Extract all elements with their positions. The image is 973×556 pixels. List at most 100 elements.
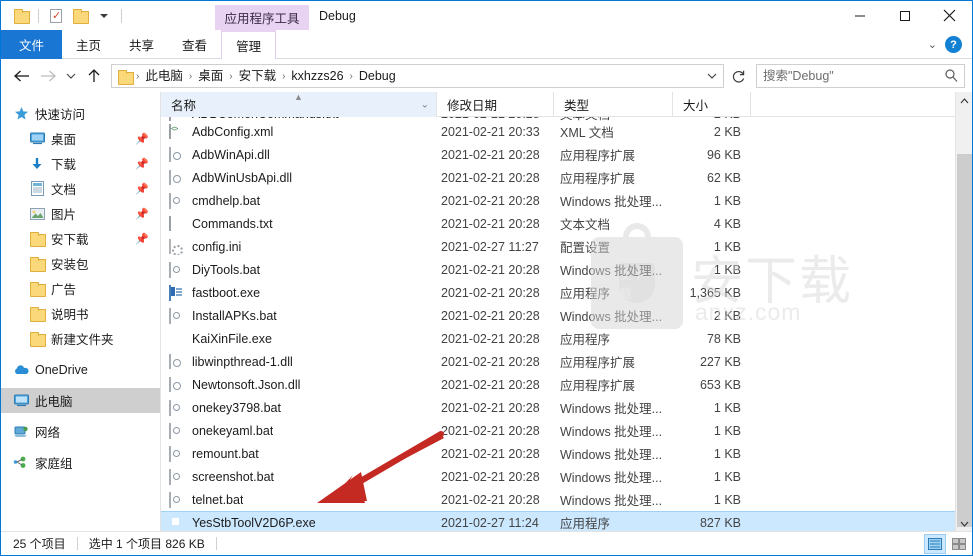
table-row[interactable]: DiyTools.bat 2021-02-21 20:28 Windows 批处… [161, 258, 972, 281]
sidebar-item-ads[interactable]: 广告 [1, 276, 160, 301]
sidebar-item-homegroup[interactable]: 家庭组 [1, 450, 160, 475]
table-row-selected[interactable]: YesStbToolV2D6P.exe 2021-02-27 11:24 应用程… [161, 511, 972, 532]
vertical-scrollbar[interactable] [955, 92, 972, 532]
table-row[interactable]: Newtonsoft.Json.dll 2021-02-21 20:28 应用程… [161, 373, 972, 396]
status-divider-2 [215, 537, 217, 550]
pin-icon[interactable]: 📌 [135, 182, 149, 195]
column-header-row: ▲ 名称 ⌄ 修改日期 类型 大小 [161, 92, 972, 117]
table-row[interactable]: onekeyaml.bat 2021-02-21 20:28 Windows 批… [161, 419, 972, 442]
table-row[interactable]: remount.bat 2021-02-21 20:28 Windows 批处理… [161, 442, 972, 465]
sidebar-item-anxiazai[interactable]: 安下载 📌 [1, 226, 160, 251]
file-size: 4 KB [713, 216, 741, 231]
sidebar-item-documents[interactable]: 文档 📌 [1, 176, 160, 201]
close-button[interactable] [927, 1, 972, 30]
tab-home[interactable]: 主页 [62, 30, 115, 59]
file-type: 应用程序 [560, 333, 611, 347]
file-name: onekeyaml.bat [192, 423, 274, 438]
sidebar-item-label: 此电脑 [35, 395, 73, 409]
file-date: 2021-02-21 20:28 [441, 331, 540, 346]
search-box[interactable] [756, 64, 965, 88]
minimize-button[interactable] [837, 1, 882, 30]
breadcrumb-item-kxhzzs26[interactable]: kxhzzs26 [286, 65, 348, 87]
table-row[interactable]: AdbWinApi.dll 2021-02-21 20:28 应用程序扩展 96… [161, 143, 972, 166]
column-header-name[interactable]: ▲ 名称 ⌄ [161, 92, 437, 117]
breadcrumb-item-desktop[interactable]: 桌面 [193, 65, 228, 87]
up-button[interactable] [81, 60, 107, 92]
status-divider [76, 537, 78, 550]
details-view-icon[interactable] [924, 534, 946, 554]
app-dark-icon [169, 331, 185, 347]
table-row[interactable]: libwinpthread-1.dll 2021-02-21 20:28 应用程… [161, 350, 972, 373]
file-type: 应用程序扩展 [560, 356, 636, 370]
pin-icon[interactable]: 📌 [135, 157, 149, 170]
sidebar-item-onedrive[interactable]: OneDrive [1, 357, 160, 382]
app-dark-icon [169, 515, 185, 531]
table-row[interactable]: onekey3798.bat 2021-02-21 20:28 Windows … [161, 396, 972, 419]
explorer-content: 快速访问 桌面 📌 下载 📌 文档 📌 图片 📌 安下载 📌 安装包 广告 说明… [1, 92, 972, 532]
folder-icon [29, 331, 46, 347]
sidebar-item-this-pc[interactable]: 此电脑 [1, 388, 160, 413]
pin-icon[interactable]: 📌 [135, 232, 149, 245]
help-icon[interactable]: ? [945, 36, 962, 53]
tab-view[interactable]: 查看 [168, 30, 221, 59]
sidebar-item-downloads[interactable]: 下载 📌 [1, 151, 160, 176]
pin-icon[interactable]: 📌 [135, 132, 149, 145]
breadcrumb-item-anxiazai[interactable]: 安下载 [234, 65, 282, 87]
new-folder-icon[interactable] [68, 4, 92, 28]
tab-share[interactable]: 共享 [115, 30, 168, 59]
sidebar-item-new-folder[interactable]: 新建文件夹 [1, 326, 160, 351]
sidebar-item-installers[interactable]: 安装包 [1, 251, 160, 276]
sidebar-item-quick-access[interactable]: 快速访问 [1, 101, 160, 126]
scroll-up-arrow-icon[interactable] [956, 92, 972, 109]
table-row[interactable]: fastboot.exe 2021-02-21 20:28 应用程序 1,365… [161, 281, 972, 304]
chevron-down-icon[interactable]: ⌄ [421, 99, 429, 110]
file-size: 827 KB [699, 515, 741, 530]
folder-icon[interactable] [9, 4, 33, 28]
table-row[interactable]: Commands.txt 2021-02-21 20:28 文本文档 4 KB [161, 212, 972, 235]
quick-access-toolbar [1, 1, 127, 30]
recent-locations-button[interactable] [61, 60, 81, 92]
sidebar-item-desktop[interactable]: 桌面 📌 [1, 126, 160, 151]
column-header-date[interactable]: 修改日期 [437, 92, 554, 117]
sidebar-item-network[interactable]: 网络 [1, 419, 160, 444]
customize-dropdown-icon[interactable] [92, 4, 116, 28]
refresh-button[interactable] [726, 64, 750, 88]
search-input[interactable] [763, 69, 944, 83]
tab-file[interactable]: 文件 [1, 30, 63, 59]
file-date: 2021-02-21 20:28 [441, 423, 540, 438]
table-row[interactable]: AdbWinUsbApi.dll 2021-02-21 20:28 应用程序扩展… [161, 166, 972, 189]
breadcrumb-item-this-pc[interactable]: 此电脑 [140, 65, 188, 87]
folder-icon [29, 256, 46, 272]
file-date: 2021-02-27 11:24 [441, 515, 539, 530]
search-icon[interactable] [944, 68, 958, 85]
table-row[interactable]: AdbConfig.xml 2021-02-21 20:33 XML 文档 2 … [161, 120, 972, 143]
column-header-type[interactable]: 类型 [554, 92, 673, 117]
maximize-button[interactable] [882, 1, 927, 30]
large-icons-view-icon[interactable] [948, 534, 970, 554]
table-row[interactable]: KaiXinFile.exe 2021-02-21 20:28 应用程序 78 … [161, 327, 972, 350]
table-row[interactable]: config.ini 2021-02-27 11:27 配置设置 1 KB [161, 235, 972, 258]
table-row[interactable]: screenshot.bat 2021-02-21 20:28 Windows … [161, 465, 972, 488]
bat-file-icon [169, 192, 185, 209]
file-date: 2021-02-21 20:28 [441, 308, 540, 323]
column-header-size[interactable]: 大小 [673, 92, 751, 117]
properties-icon[interactable] [44, 4, 68, 28]
sidebar-item-manuals[interactable]: 说明书 [1, 301, 160, 326]
address-bar[interactable]: › 此电脑 › 桌面 › 安下载 › kxhzzs26 › Debug [111, 64, 724, 88]
scroll-down-arrow-icon[interactable] [956, 515, 972, 532]
scrollbar-thumb[interactable] [957, 154, 972, 527]
chevron-down-icon[interactable]: ⌄ [928, 38, 937, 51]
pin-icon[interactable]: 📌 [135, 207, 149, 220]
back-button[interactable] [9, 60, 35, 92]
sidebar-item-pictures[interactable]: 图片 📌 [1, 201, 160, 226]
table-row[interactable]: InstallAPKs.bat 2021-02-21 20:28 Windows… [161, 304, 972, 327]
file-date: 2021-02-21 20:28 [441, 492, 540, 507]
table-row[interactable]: telnet.bat 2021-02-21 20:28 Windows 批处理.… [161, 488, 972, 511]
file-size: 1 KB [713, 262, 741, 277]
file-type: 应用程序 [560, 517, 611, 531]
breadcrumb-item-debug[interactable]: Debug [354, 65, 401, 87]
tab-manage[interactable]: 管理 [221, 30, 277, 59]
address-dropdown[interactable] [703, 65, 721, 87]
forward-button[interactable] [35, 60, 61, 92]
table-row[interactable]: cmdhelp.bat 2021-02-21 20:28 Windows 批处理… [161, 189, 972, 212]
